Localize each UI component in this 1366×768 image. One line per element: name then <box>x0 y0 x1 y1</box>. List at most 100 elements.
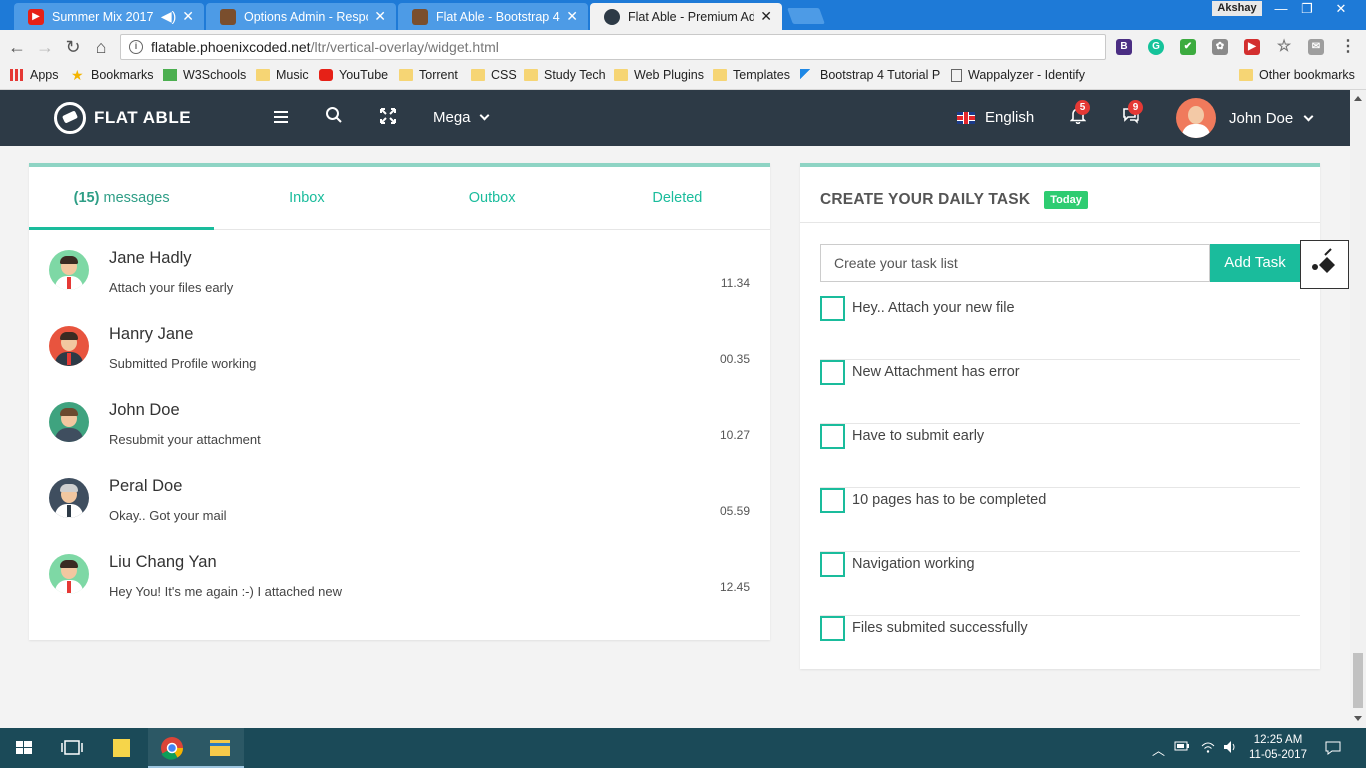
task-input[interactable]: Create your task list <box>820 244 1210 282</box>
close-tab-icon[interactable]: ✕ <box>566 8 578 25</box>
message-item[interactable]: John Doe Resubmit your attachment 10.27 <box>49 401 750 478</box>
task-card-title: CREATE YOUR DAILY TASK <box>820 190 1031 208</box>
close-tab-icon[interactable]: ✕ <box>182 8 194 25</box>
menu-kebab-icon[interactable]: ⋮ <box>1340 39 1356 55</box>
volume-icon[interactable] <box>1222 740 1238 757</box>
tab-outbox[interactable]: Outbox <box>400 167 585 229</box>
task-checkbox[interactable] <box>820 552 845 577</box>
message-badge: 9 <box>1128 100 1143 115</box>
user-menu[interactable]: John Doe <box>1176 98 1314 138</box>
chevron-up-icon[interactable]: ︿ <box>1152 740 1165 759</box>
folder-icon <box>256 69 270 81</box>
chrome-app[interactable] <box>148 728 196 768</box>
bookmark-torrent[interactable]: Torrent <box>399 68 458 82</box>
mail-icon[interactable]: ✉ <box>1308 39 1324 55</box>
task-item[interactable]: 10 pages has to be completed <box>820 488 1300 552</box>
bookmark-apps[interactable]: Apps <box>10 68 59 82</box>
message-item[interactable]: Liu Chang Yan Hey You! It's me again :-)… <box>49 553 750 630</box>
scroll-up-icon[interactable] <box>1354 96 1362 101</box>
speaker-icon[interactable]: ◀) <box>161 8 176 25</box>
shield-icon[interactable]: ✔ <box>1180 39 1196 55</box>
add-task-button[interactable]: Add Task <box>1210 244 1300 282</box>
tab-deleted[interactable]: Deleted <box>585 167 770 229</box>
video-icon[interactable]: ▶ <box>1244 39 1260 55</box>
hamburger-menu-icon[interactable] <box>274 111 288 123</box>
language-selector[interactable]: English <box>957 109 1034 126</box>
close-window-icon[interactable]: ✕ <box>1328 0 1354 18</box>
page-scrollbar[interactable] <box>1350 90 1366 728</box>
message-item[interactable]: Peral Doe Okay.. Got your mail 05.59 <box>49 477 750 554</box>
address-bar[interactable]: i flatable.phoenixcoded.net/ltr/vertical… <box>120 34 1106 60</box>
scroll-down-icon[interactable] <box>1354 716 1362 721</box>
action-center-icon[interactable] <box>1324 740 1342 759</box>
message-item[interactable]: Hanry Jane Submitted Profile working 00.… <box>49 325 750 402</box>
bookmark-music[interactable]: Music <box>256 68 309 82</box>
notifications-button[interactable]: 5 <box>1066 100 1090 130</box>
start-button[interactable] <box>0 728 48 768</box>
message-preview: Resubmit your attachment <box>109 432 261 447</box>
task-item[interactable]: Navigation working <box>820 552 1300 616</box>
task-item[interactable]: Files submited successfully <box>820 616 1300 680</box>
home-icon[interactable]: ⌂ <box>90 36 112 58</box>
bookmark-youtube[interactable]: YouTube <box>319 68 388 82</box>
browser-tab-active[interactable]: Flat Able - Premium Adm ✕ <box>590 3 782 30</box>
task-view-button[interactable] <box>48 728 96 768</box>
forward-icon[interactable]: → <box>34 36 56 58</box>
folder-icon <box>1239 69 1253 81</box>
task-checkbox[interactable] <box>820 360 845 385</box>
sticky-notes-app[interactable] <box>98 728 146 768</box>
bookmark-web-plugins[interactable]: Web Plugins <box>614 68 704 82</box>
browser-tab[interactable]: ▶ Summer Mix 2017 | H ◀) ✕ <box>14 3 204 30</box>
task-item[interactable]: New Attachment has error <box>820 360 1300 424</box>
bookmark-star-icon[interactable]: ☆ <box>1276 39 1292 55</box>
task-checkbox[interactable] <box>820 296 845 321</box>
profile-button[interactable]: Akshay <box>1212 1 1262 16</box>
grammarly-icon[interactable]: G <box>1148 39 1164 55</box>
bookmark-other[interactable]: Other bookmarks <box>1239 68 1355 82</box>
bootstrap-icon[interactable]: B <box>1116 39 1132 55</box>
close-tab-icon[interactable]: ✕ <box>374 8 386 25</box>
youtube-icon <box>319 69 333 81</box>
browser-tab[interactable]: Flat Able - Bootstrap 4 A ✕ <box>398 3 588 30</box>
task-checkbox[interactable] <box>820 488 845 513</box>
browser-tab[interactable]: Options Admin - Respon ✕ <box>206 3 396 30</box>
system-clock[interactable]: 12:25 AM 11-05-2017 <box>1248 733 1308 763</box>
fullscreen-icon[interactable] <box>376 106 400 130</box>
bookmark-wappalyzer[interactable]: Wappalyzer - Identify <box>951 68 1085 82</box>
url-host: flatable.phoenixcoded.net <box>151 39 311 55</box>
message-item[interactable]: Jane Hadly Attach your files early 11.34 <box>49 249 750 326</box>
message-time: 10.27 <box>719 428 750 442</box>
bookmark-w3schools[interactable]: W3Schools <box>163 68 246 82</box>
messages-button[interactable]: 9 <box>1119 100 1143 130</box>
tab-inbox[interactable]: Inbox <box>214 167 399 229</box>
minimize-icon[interactable]: — <box>1268 0 1294 18</box>
wifi-icon[interactable] <box>1200 740 1216 757</box>
file-explorer-app[interactable] <box>196 728 244 768</box>
bookmark-bootstrap-tutorial[interactable]: Bootstrap 4 Tutorial P <box>800 68 940 82</box>
reload-icon[interactable]: ↻ <box>62 36 84 58</box>
back-icon[interactable]: ← <box>6 36 28 58</box>
mega-menu-dropdown[interactable]: Mega <box>433 109 489 126</box>
close-tab-icon[interactable]: ✕ <box>760 8 772 25</box>
bookmark-study-tech[interactable]: Study Tech <box>524 68 606 82</box>
task-checkbox[interactable] <box>820 424 845 449</box>
search-icon[interactable] <box>322 106 346 130</box>
new-tab-button[interactable] <box>787 8 825 24</box>
task-item[interactable]: Have to submit early <box>820 424 1300 488</box>
bookmark-templates[interactable]: Templates <box>713 68 790 82</box>
battery-icon[interactable] <box>1174 740 1190 755</box>
theme-settings-button[interactable] <box>1300 240 1349 289</box>
avatar <box>49 326 89 366</box>
restore-icon[interactable]: ❐ <box>1294 0 1320 18</box>
info-icon[interactable]: i <box>129 40 143 54</box>
brand-logo[interactable]: FLAT ABLE <box>54 102 191 134</box>
bookmark-css[interactable]: CSS <box>471 68 517 82</box>
task-view-icon <box>61 740 83 755</box>
scrollbar-thumb[interactable] <box>1353 653 1363 708</box>
task-checkbox[interactable] <box>820 616 845 641</box>
puzzle-icon[interactable]: ✿ <box>1212 39 1228 55</box>
bookmark-bookmarks[interactable]: ★ Bookmarks <box>71 68 154 82</box>
tab-messages[interactable]: (15) messages <box>29 167 214 229</box>
browser-tab-strip: ▶ Summer Mix 2017 | H ◀) ✕ Options Admin… <box>0 0 1366 30</box>
task-item[interactable]: Hey.. Attach your new file <box>820 296 1300 360</box>
